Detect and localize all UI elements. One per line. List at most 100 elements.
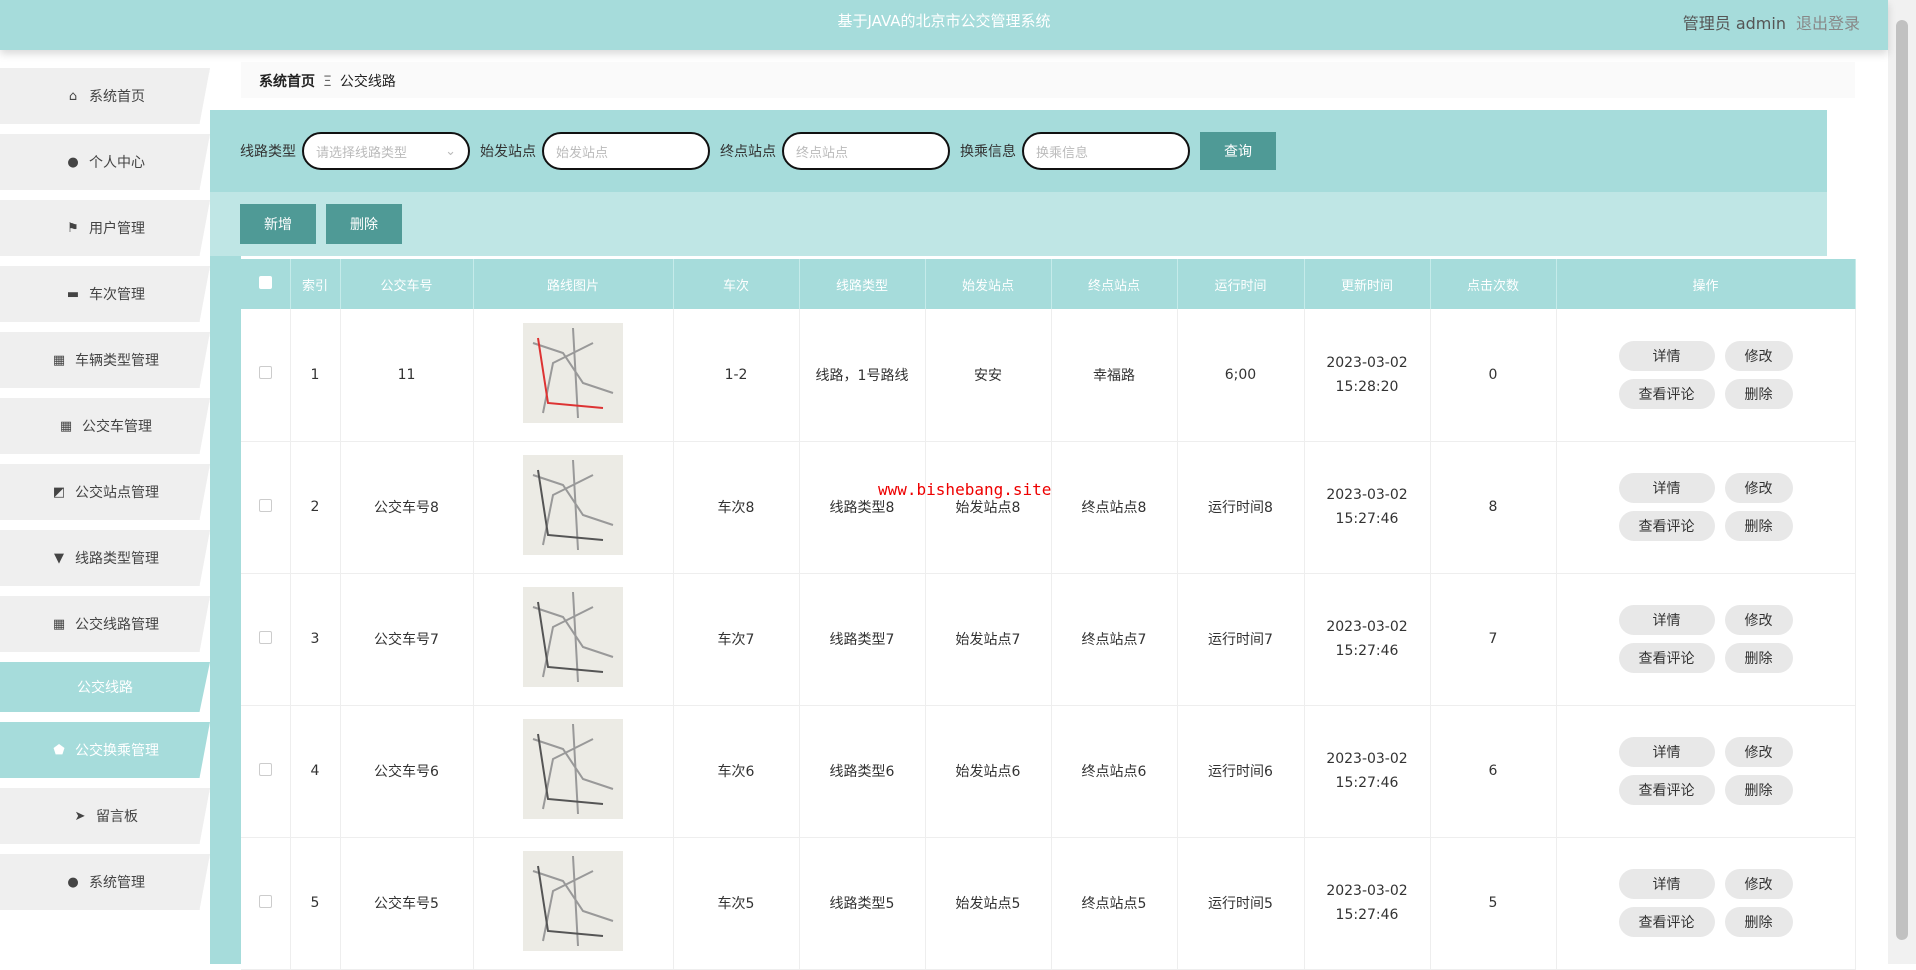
sidebar-item-12[interactable]: ➤ 留言板: [0, 788, 210, 844]
row-select-cell[interactable]: [241, 573, 291, 706]
row-checkbox[interactable]: [258, 498, 272, 512]
operations-cell: 详情 修改 查看评论 删除: [1556, 837, 1856, 970]
query-button[interactable]: 查询: [1200, 132, 1276, 170]
sidebar-item-7[interactable]: ◩ 公交站点管理: [0, 464, 210, 520]
sidebar-item-1[interactable]: ⌂ 系统首页: [0, 68, 210, 124]
top-bar: 基于JAVA的北京市公交管理系统 管理员 admin 退出登录: [0, 0, 1888, 50]
row-checkbox[interactable]: [258, 762, 272, 776]
cell-index: 4: [290, 705, 341, 838]
detail-button[interactable]: 详情: [1618, 737, 1715, 767]
route-map-image[interactable]: [523, 851, 623, 951]
sidebar-item-label: 公交线路管理: [75, 617, 159, 633]
transfer-input[interactable]: 换乘信息: [1022, 132, 1190, 170]
sidebar-item-8[interactable]: ▼ 线路类型管理: [0, 530, 210, 586]
end-station-input[interactable]: 终点站点: [782, 132, 950, 170]
detail-button[interactable]: 详情: [1618, 340, 1715, 371]
cell-start: 始发站点6: [925, 705, 1052, 838]
sidebar-item-label: 车辆类型管理: [75, 353, 159, 369]
sidebar-item-11[interactable]: ⬟ 公交换乘管理: [0, 722, 210, 778]
cell-start: 始发站点8: [925, 441, 1052, 574]
cell-end: 终点站点8: [1051, 441, 1178, 574]
cell-clicks: 8: [1430, 441, 1557, 574]
route-type-select[interactable]: 请选择线路类型 ⌄: [302, 132, 470, 170]
cell-clicks: 5: [1430, 837, 1557, 970]
row-select-cell[interactable]: [241, 441, 291, 574]
operations-cell: 详情 修改 查看评论 删除: [1556, 309, 1856, 442]
select-all-cell[interactable]: [241, 259, 291, 309]
sidebar-item-4[interactable]: ▬ 车次管理: [0, 266, 210, 322]
cell-clicks: 0: [1430, 309, 1557, 442]
edit-button[interactable]: 修改: [1724, 869, 1793, 899]
cell-clicks: 7: [1430, 573, 1557, 706]
logout-link[interactable]: 退出登录: [1796, 14, 1860, 33]
route-map-image[interactable]: [523, 322, 623, 423]
sidebar-item-label: 留言板: [96, 809, 138, 825]
sidebar-item-3[interactable]: ⚑ 用户管理: [0, 200, 210, 256]
detail-button[interactable]: 详情: [1618, 869, 1715, 899]
edit-button[interactable]: 修改: [1724, 737, 1793, 767]
row-checkbox[interactable]: [258, 630, 272, 644]
row-delete-button[interactable]: 删除: [1724, 643, 1793, 673]
route-map-image[interactable]: [523, 587, 623, 687]
sidebar-item-label: 车次管理: [89, 287, 145, 303]
grid-icon: ▦: [59, 418, 73, 434]
column-header: 始发站点: [925, 259, 1052, 309]
view-comments-button[interactable]: 查看评论: [1618, 378, 1715, 409]
view-comments-button[interactable]: 查看评论: [1618, 775, 1715, 805]
view-comments-button[interactable]: 查看评论: [1618, 511, 1715, 541]
detail-button[interactable]: 详情: [1618, 473, 1715, 503]
row-delete-button[interactable]: 删除: [1724, 378, 1793, 409]
cell-start: 安安: [925, 309, 1052, 442]
cell-updated: 2023-03-02 15:28:20: [1304, 309, 1431, 442]
sidebar-item-5[interactable]: ▦ 车辆类型管理: [0, 332, 210, 388]
row-select-cell[interactable]: [241, 309, 291, 442]
route-map-image[interactable]: [523, 455, 623, 555]
route-image-cell: [473, 573, 674, 706]
row-delete-button[interactable]: 删除: [1724, 775, 1793, 805]
sidebar-item-6[interactable]: ▦ 公交车管理: [0, 398, 210, 454]
row-delete-button[interactable]: 删除: [1724, 907, 1793, 937]
edit-button[interactable]: 修改: [1724, 340, 1793, 371]
sidebar-item-10[interactable]: 公交线路: [0, 662, 210, 712]
table-row: 5 公交车号5 车次5 线路类型5 始发站点5 终点站点5 运行时间5 2023-03-02 …: [241, 837, 1856, 970]
scrollbar[interactable]: [1888, 0, 1916, 964]
cell-bus: 公交车号5: [340, 837, 474, 970]
operations-cell: 详情 修改 查看评论 删除: [1556, 705, 1856, 838]
edit-button[interactable]: 修改: [1724, 605, 1793, 635]
sidebar-item-9[interactable]: ▦ 公交线路管理: [0, 596, 210, 652]
cell-type: 线路类型7: [799, 573, 926, 706]
user-area: 管理员 admin 退出登录: [1683, 10, 1860, 34]
cell-updated: 2023-03-02 15:27:46: [1304, 837, 1431, 970]
detail-button[interactable]: 详情: [1618, 605, 1715, 635]
add-button[interactable]: 新增: [240, 204, 316, 244]
row-checkbox[interactable]: [258, 366, 272, 380]
cell-bus: 公交车号6: [340, 705, 474, 838]
row-delete-button[interactable]: 删除: [1724, 511, 1793, 541]
end-station-label: 终点站点: [720, 144, 776, 160]
column-header: 运行时间: [1177, 259, 1305, 309]
delete-button[interactable]: 删除: [326, 204, 402, 244]
view-comments-button[interactable]: 查看评论: [1618, 643, 1715, 673]
edit-button[interactable]: 修改: [1724, 473, 1793, 503]
sidebar-item-label: 系统管理: [89, 875, 145, 891]
select-all-checkbox[interactable]: [258, 275, 272, 289]
view-comments-button[interactable]: 查看评论: [1618, 907, 1715, 937]
cell-index: 2: [290, 441, 341, 574]
start-station-input[interactable]: 始发站点: [542, 132, 710, 170]
scrollbar-thumb[interactable]: [1896, 20, 1908, 940]
user-label: 管理员 admin: [1682, 14, 1786, 33]
cell-type: 线路类型5: [799, 837, 926, 970]
cell-start: 始发站点7: [925, 573, 1052, 706]
cell-index: 5: [290, 837, 341, 970]
shield-icon: ⬟: [53, 742, 65, 758]
row-select-cell[interactable]: [241, 705, 291, 838]
sidebar-item-2[interactable]: ● 个人中心: [0, 134, 210, 190]
cell-time: 运行时间7: [1177, 573, 1305, 706]
flag-icon: ⚑: [67, 220, 79, 236]
row-checkbox[interactable]: [258, 894, 272, 908]
breadcrumb-home[interactable]: 系统首页: [259, 74, 315, 90]
sidebar-item-13[interactable]: ● 系统管理: [0, 854, 210, 910]
route-map-image[interactable]: [523, 719, 623, 819]
cell-bus: 公交车号7: [340, 573, 474, 706]
row-select-cell[interactable]: [241, 837, 291, 970]
